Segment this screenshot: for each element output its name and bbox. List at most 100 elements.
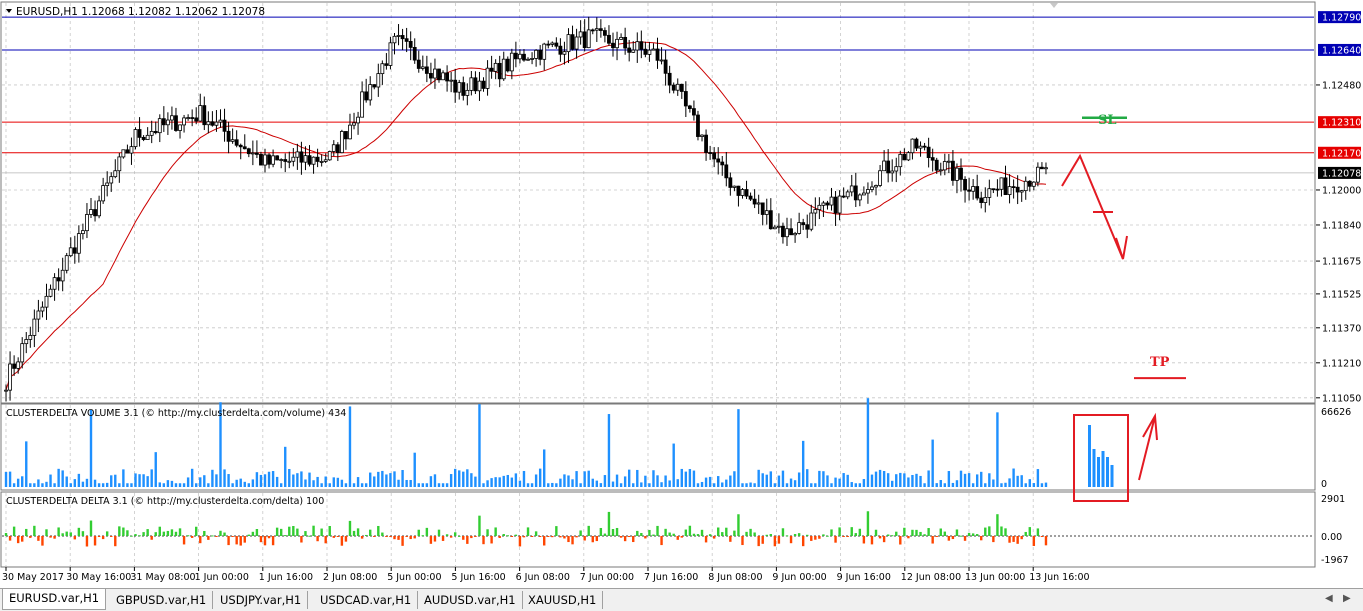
volume-bar (506, 474, 509, 487)
candle-body (117, 156, 122, 172)
candle-body (477, 80, 482, 92)
candle-body (141, 136, 146, 140)
candle-body (861, 192, 866, 196)
candle-body (716, 158, 721, 163)
tab-audusd[interactable]: AUDUSD.var,H1 (418, 591, 523, 609)
volume-bar (660, 482, 663, 487)
volume-bar (166, 480, 170, 487)
delta-bar (1024, 531, 1027, 536)
volume-bar (340, 479, 344, 487)
tab-eurusd[interactable]: EURUSD.var,H1 (2, 589, 107, 610)
candle-body (323, 159, 328, 162)
level-price-label: 1.12790 (1322, 13, 1361, 24)
delta-bar (725, 527, 728, 536)
volume-bar (814, 483, 817, 487)
volume-bar (255, 472, 259, 487)
delta-bar (895, 531, 898, 536)
delta-bar (522, 536, 526, 538)
volume-bar (996, 412, 999, 487)
volume-bar (498, 477, 501, 487)
candle-body (352, 122, 356, 126)
delta-bar (923, 534, 926, 536)
volume-bar (870, 474, 874, 487)
price-tick-label: 1.11050 (1322, 393, 1361, 404)
candle-body (32, 318, 37, 336)
volume-bar (292, 474, 295, 487)
tab-xauusd[interactable]: XAUUSD,H1 (522, 591, 604, 609)
candle-body (1011, 186, 1016, 189)
delta-bar (838, 527, 841, 536)
candle-body (1003, 177, 1008, 196)
candle-body (582, 31, 587, 49)
candle-body (853, 185, 858, 201)
candle-body (906, 152, 911, 161)
tab-gbpusd[interactable]: GBPUSD.var,H1 (110, 591, 214, 609)
volume-bar (316, 476, 319, 487)
delta-bar (862, 536, 866, 544)
delta-bar (235, 536, 238, 545)
time-tick-label: 2 Jun 08:00 (323, 572, 377, 583)
tab-usdjpy[interactable]: USDJPY.var,H1 (214, 591, 309, 609)
candle-body (1035, 166, 1040, 183)
volume-bar (45, 481, 48, 487)
tab-usdcad[interactable]: USDCAD.var,H1 (314, 591, 419, 609)
volume-bar (296, 473, 299, 487)
volume-bar (195, 483, 198, 487)
volume-bar (223, 469, 226, 487)
volume-bar (526, 483, 530, 487)
volume-bar (1040, 483, 1044, 487)
volume-bar (842, 473, 845, 487)
delta-bar (967, 532, 971, 536)
delta-bar (830, 529, 833, 536)
candle-body (165, 119, 170, 126)
candle-body (437, 68, 441, 81)
delta-bar (304, 531, 307, 536)
volume-bar (162, 483, 166, 487)
tabs-scroll-right-icon[interactable]: ▶ (1343, 593, 1351, 604)
volume-bar (583, 471, 586, 487)
candle-body (16, 361, 21, 369)
delta-bar (1044, 536, 1048, 546)
candle-body (740, 189, 745, 196)
delta-bar (174, 531, 178, 536)
delta-bar (227, 536, 230, 546)
volume-bar (425, 483, 429, 487)
delta-bar (29, 536, 32, 538)
delta-bar (49, 536, 52, 538)
candle-body (594, 28, 599, 31)
delta-bar (308, 535, 311, 537)
candle-body (101, 185, 106, 202)
delta-bar (324, 536, 327, 544)
tabs-scroll-left-icon[interactable]: ◀ (1325, 593, 1333, 604)
delta-bar (660, 536, 663, 546)
delta-bar (854, 533, 857, 536)
candle-body (930, 157, 935, 161)
delta-bar (449, 536, 453, 538)
time-tick-label: 5 Jun 00:00 (387, 572, 441, 583)
volume-bar (445, 483, 449, 487)
volume-bar (53, 483, 56, 487)
delta-bar (870, 536, 874, 545)
volume-bar (369, 472, 372, 487)
delta-bar (992, 536, 995, 543)
time-tick-label: 5 Jun 16:00 (451, 572, 505, 583)
volume-bar (891, 480, 894, 487)
volume-bar (793, 480, 797, 487)
volume-bar (458, 470, 461, 487)
volume-bar (737, 409, 740, 487)
delta-bar (344, 536, 348, 542)
chart-window[interactable]: 1.12790 1.12640 1.12310 1.12170 1.12078 1.12… (0, 0, 1363, 611)
candle-body (651, 48, 656, 51)
volume-bar (684, 471, 688, 487)
price-tick-label: 1.11370 (1322, 323, 1361, 334)
delta-zero-label: 0.00 (1321, 532, 1342, 543)
volume-bar (8, 471, 12, 487)
candle-body (81, 230, 85, 235)
volume-bar (126, 483, 129, 487)
delta-bar (33, 525, 36, 536)
volume-bar (785, 483, 789, 487)
delta-bar (332, 536, 335, 538)
candle-body (671, 84, 676, 91)
delta-bar (247, 534, 251, 536)
delta-bar (340, 536, 344, 546)
